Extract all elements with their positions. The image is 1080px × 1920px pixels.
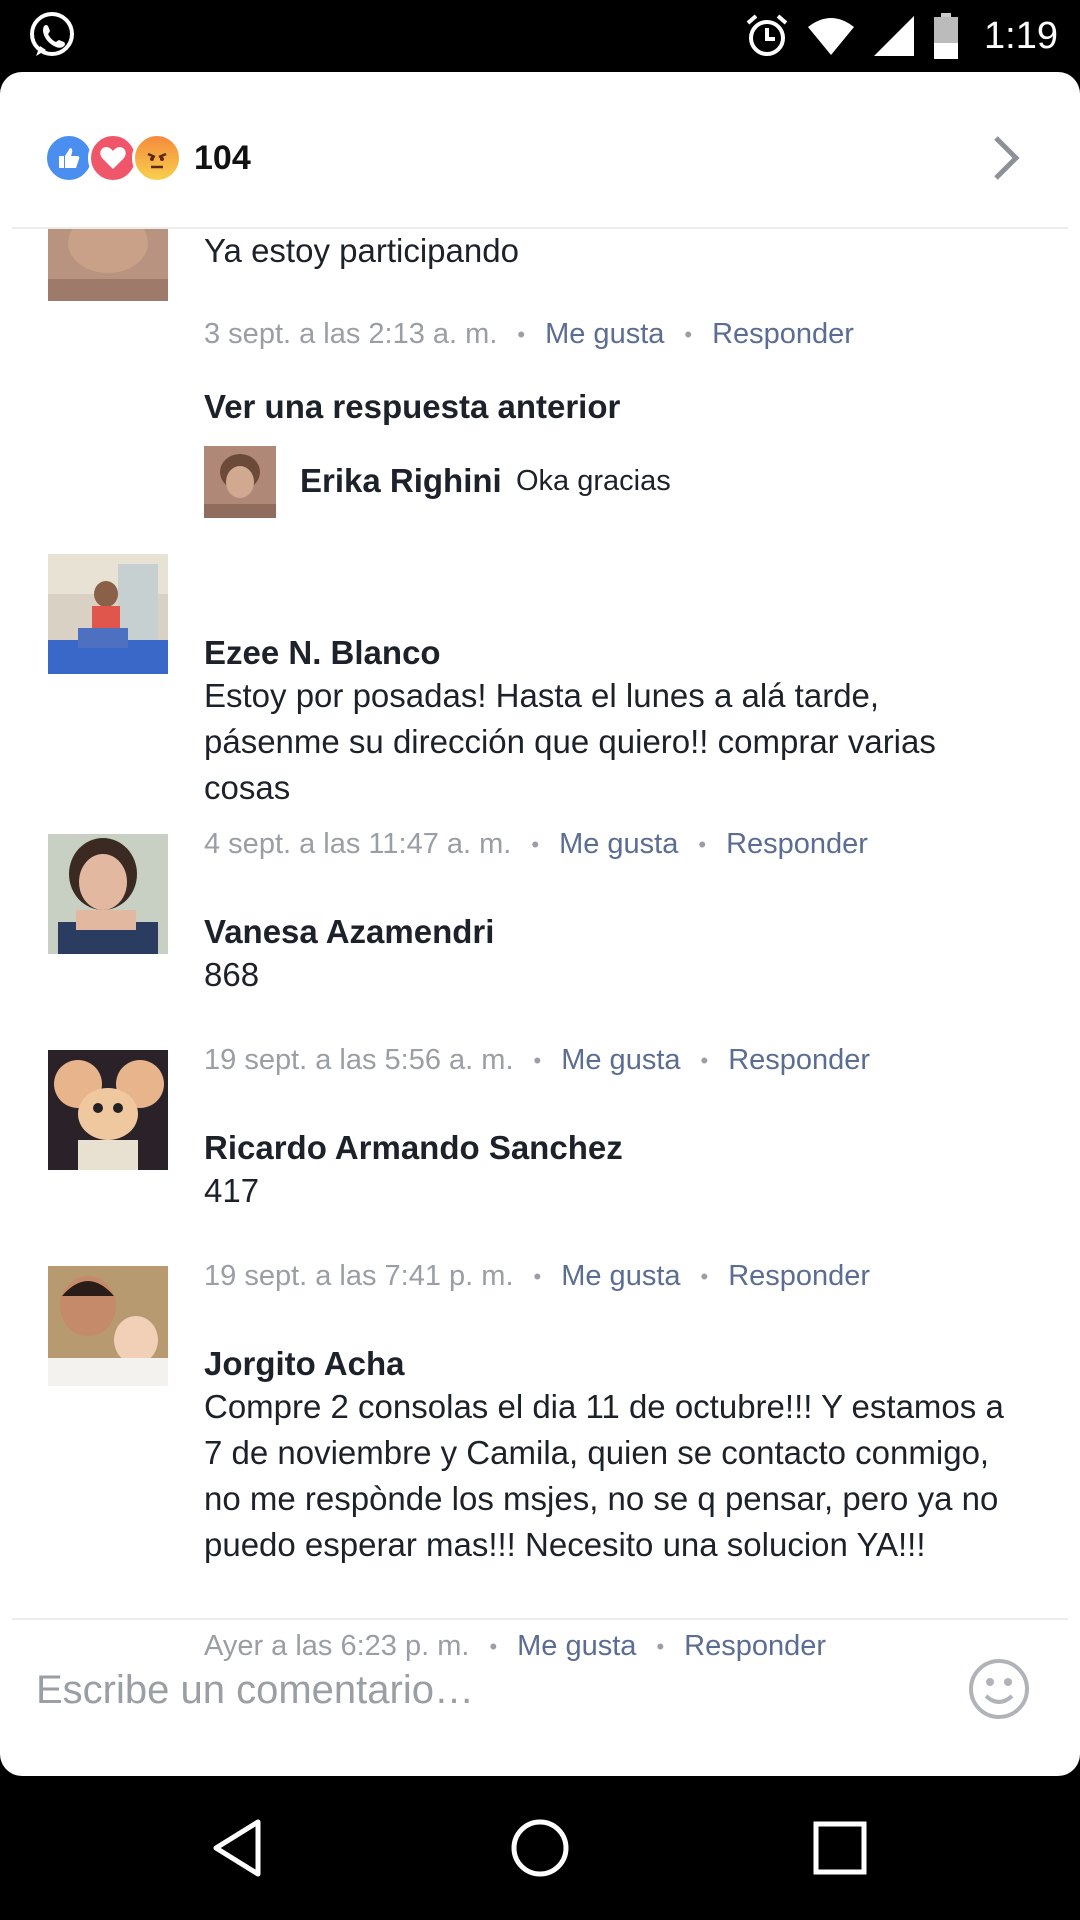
like-link[interactable]: Me gusta <box>517 1630 636 1663</box>
like-link[interactable]: Me gusta <box>561 1260 680 1293</box>
separator-dot: • <box>517 321 526 347</box>
comment-author-name[interactable]: Ezee N. Blanco <box>204 634 441 672</box>
reaction-count: 104 <box>194 138 251 177</box>
comment-text: Compre 2 consolas el dia 11 de octubre!!… <box>204 1388 1004 1563</box>
comment-timestamp: Ayer a las 6:23 p. m. <box>204 1630 470 1662</box>
comment-input[interactable]: Escribe un comentario… <box>36 1668 474 1713</box>
comment-timestamp: 3 sept. a las 2:13 a. m. <box>204 318 498 350</box>
avatar[interactable] <box>48 1266 168 1386</box>
comment-timestamp: 19 sept. a las 5:56 a. m. <box>204 1044 514 1076</box>
comment-meta: 4 sept. a las 11:47 a. m. • Me gusta • R… <box>204 828 868 861</box>
alarm-icon <box>746 14 788 56</box>
navigation-bar <box>0 1776 1080 1920</box>
reply-link[interactable]: Responder <box>728 1044 870 1077</box>
status-bar: 1:19 <box>0 0 1080 72</box>
reply-link[interactable]: Responder <box>712 318 854 351</box>
comment-author-name[interactable]: Vanesa Azamendri <box>204 913 494 951</box>
signal-icon <box>874 16 915 56</box>
emoji-icon[interactable] <box>968 1658 1030 1720</box>
home-icon[interactable] <box>504 1812 576 1884</box>
comment-timestamp: 4 sept. a las 11:47 a. m. <box>204 828 512 860</box>
reply-text: Oka gracias <box>516 465 671 497</box>
angry-reaction-icon <box>132 133 182 183</box>
separator-dot: • <box>533 1263 542 1289</box>
recents-icon[interactable] <box>804 1812 876 1884</box>
comment-text: Estoy por posadas! Hasta el lunes a alá … <box>204 677 936 806</box>
back-icon[interactable] <box>202 1812 274 1884</box>
reply-link[interactable]: Responder <box>726 828 868 861</box>
reply-avatar[interactable] <box>204 446 276 518</box>
avatar[interactable] <box>48 554 168 674</box>
comment-meta: 3 sept. a las 2:13 a. m. • Me gusta • Re… <box>204 318 854 351</box>
comment-text: 868 <box>204 956 260 993</box>
battery-icon <box>934 13 959 59</box>
comment-meta: Ayer a las 6:23 p. m. • Me gusta • Respo… <box>204 1630 826 1663</box>
like-link[interactable]: Me gusta <box>561 1044 680 1077</box>
separator-dot: • <box>656 1633 665 1659</box>
separator-dot: • <box>684 321 693 347</box>
separator-dot: • <box>489 1633 498 1659</box>
comment-author-name[interactable]: Jorgito Acha <box>204 1345 404 1383</box>
view-previous-reply-link[interactable]: Ver una respuesta anterior <box>204 388 620 426</box>
whatsapp-icon <box>30 12 74 56</box>
comment-text: 417 <box>204 1172 260 1209</box>
reply-author-name[interactable]: Erika Righini <box>300 462 502 500</box>
separator-dot: • <box>698 831 707 857</box>
separator-dot: • <box>700 1047 709 1073</box>
reply-link[interactable]: Responder <box>728 1260 870 1293</box>
clock-time: 1:19 <box>984 14 1058 57</box>
comment-author-name[interactable]: Ricardo Armando Sanchez <box>204 1129 623 1167</box>
wifi-icon <box>808 18 855 55</box>
comments-sheet: 104 Ya estoy participando 3 sept. a las … <box>0 72 1080 1776</box>
separator-dot: • <box>533 1047 542 1073</box>
divider <box>12 1618 1068 1620</box>
like-link[interactable]: Me gusta <box>545 318 664 351</box>
chevron-right-icon[interactable] <box>988 128 1028 188</box>
separator-dot: • <box>700 1263 709 1289</box>
love-reaction-icon <box>88 133 138 183</box>
separator-dot: • <box>531 831 540 857</box>
reply-link[interactable]: Responder <box>684 1630 826 1663</box>
comment-timestamp: 19 sept. a las 7:41 p. m. <box>204 1260 514 1292</box>
comment-meta: 19 sept. a las 7:41 p. m. • Me gusta • R… <box>204 1260 870 1293</box>
comment-meta: 19 sept. a las 5:56 a. m. • Me gusta • R… <box>204 1044 870 1077</box>
avatar[interactable] <box>48 1050 168 1170</box>
avatar[interactable] <box>48 834 168 954</box>
avatar[interactable] <box>48 229 168 301</box>
like-link[interactable]: Me gusta <box>559 828 678 861</box>
comment-text: Ya estoy participando <box>204 232 519 269</box>
reactions-summary[interactable]: 104 <box>44 130 251 186</box>
like-reaction-icon <box>44 133 94 183</box>
